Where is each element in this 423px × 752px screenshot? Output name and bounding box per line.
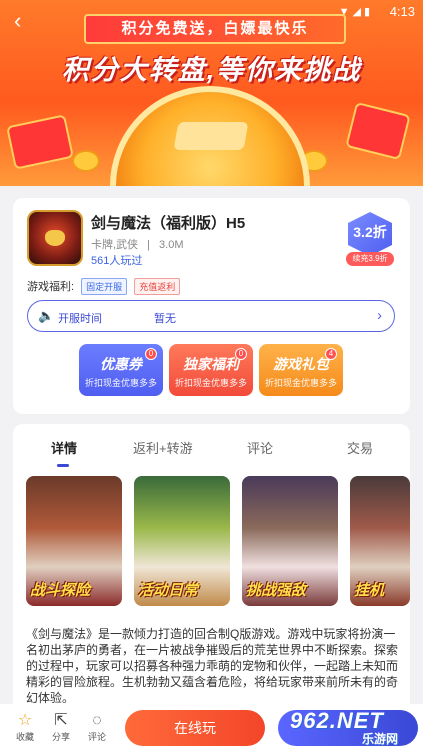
open-time-value: 暂无 (154, 313, 176, 325)
game-info-card: 剑与魔法（福利版）H5 卡牌,武侠 | 3.0M 561人玩过 3.2折 续充3… (13, 198, 410, 414)
meta-divider: | (147, 239, 150, 251)
play-online-button[interactable]: 在线玩 (125, 710, 265, 746)
screenshot[interactable]: 挂机 (350, 476, 410, 606)
favorite-button[interactable]: ☆ 收藏 (10, 712, 40, 743)
screenshot[interactable]: 挑战强敌 (242, 476, 338, 606)
screenshot-caption: 活动日常 (138, 582, 199, 599)
players-count: 561人玩过 (91, 255, 143, 267)
site-watermark: 962.NET 乐游网 (284, 704, 423, 752)
comment-icon: ◌ (92, 712, 102, 729)
share-label: 分享 (51, 732, 70, 742)
signal-wifi-battery-icon: ▼◢▮ (338, 6, 373, 18)
active-tab-indicator (57, 464, 69, 467)
share-button[interactable]: ⇱ 分享 (46, 712, 76, 743)
tab-bar: 详情 返利+转游 评论 交易 (13, 438, 410, 468)
red-envelope-decoration (345, 101, 411, 161)
star-icon: ☆ (17, 712, 33, 729)
screenshot-caption: 挂机 (354, 582, 385, 599)
game-meta: 卡牌,武侠 | 3.0M (91, 236, 190, 252)
recharge-discount: 续充3.9折 (346, 252, 394, 266)
game-size: 3.0M (159, 239, 184, 251)
welfare-tag: 固定开服 (81, 278, 128, 295)
comment-button[interactable]: ◌ 评论 (82, 712, 112, 743)
tab-details[interactable]: 详情 (51, 438, 77, 457)
screenshot[interactable]: 活动日常 (134, 476, 230, 606)
promo-desc: 折扣现金优惠多多 (84, 378, 157, 388)
game-title: 剑与魔法（福利版）H5 (91, 215, 246, 232)
watermark-sub: 乐游网 (362, 732, 399, 746)
promo-badge: 4 (325, 348, 337, 360)
exclusive-welfare-button[interactable]: 独家福利 折扣现金优惠多多 0 (169, 344, 253, 396)
banner-ribbon: 积分免费送，白嫖最快乐 (84, 14, 346, 44)
open-time-label: 开服时间 (58, 313, 102, 325)
top-banner[interactable]: 积分免费送，白嫖最快乐 积分大转盘,等你来挑战 ‹ ▼◢▮ 4:13 (0, 0, 423, 186)
screenshot-gallery[interactable]: 战斗探险 活动日常 挑战强敌 挂机 (26, 476, 410, 608)
detail-card: 详情 返利+转游 评论 交易 战斗探险 活动日常 挑战强敌 挂机 《剑与魔法》是… (13, 424, 410, 714)
red-envelope-decoration (6, 114, 74, 170)
tab-rebate-transfer[interactable]: 返利+转游 (133, 438, 193, 457)
discount-badge: 3.2折 续充3.9折 (344, 212, 396, 268)
comment-label: 评论 (87, 732, 106, 742)
welfare-tag: 充值返利 (134, 278, 181, 295)
coin-decoration (72, 150, 100, 172)
coupon-button[interactable]: 优惠券 折扣现金优惠多多 0 (79, 344, 163, 396)
promo-desc: 折扣现金优惠多多 (264, 378, 337, 388)
screenshot-caption: 挑战强敌 (246, 582, 307, 599)
chevron-right-icon: › (377, 307, 382, 324)
prize-wheel-illustration (110, 86, 310, 186)
tab-comments[interactable]: 评论 (247, 438, 273, 457)
open-time-bar[interactable]: 🔈 开服时间 暂无 › (27, 300, 395, 332)
gift-pack-button[interactable]: 游戏礼包 折扣现金优惠多多 4 (259, 344, 343, 396)
banner-headline: 积分大转盘,等你来挑战 (61, 55, 362, 85)
speaker-icon: 🔈 (38, 308, 55, 323)
back-icon[interactable]: ‹ (14, 10, 38, 34)
welfare-label: 游戏福利: (27, 281, 75, 293)
promo-badge: 0 (145, 348, 157, 360)
tab-trade[interactable]: 交易 (347, 438, 373, 457)
welfare-row: 游戏福利: 固定开服 充值返利 (27, 278, 181, 295)
share-icon: ⇱ (54, 712, 68, 729)
game-description: 《剑与魔法》是一款倾力打造的回合制Q版游戏。游戏中玩家将扮演一名初出茅庐的勇者，… (26, 627, 399, 705)
game-icon (27, 210, 83, 266)
screenshot[interactable]: 战斗探险 (26, 476, 122, 606)
promo-badge: 0 (235, 348, 247, 360)
game-genre: 卡牌,武侠 (91, 239, 139, 251)
status-time: 4:13 (389, 4, 415, 19)
favorite-label: 收藏 (15, 732, 34, 742)
discount-value: 3.2折 (353, 224, 387, 240)
promo-desc: 折扣现金优惠多多 (174, 378, 247, 388)
screenshot-caption: 战斗探险 (30, 582, 91, 599)
